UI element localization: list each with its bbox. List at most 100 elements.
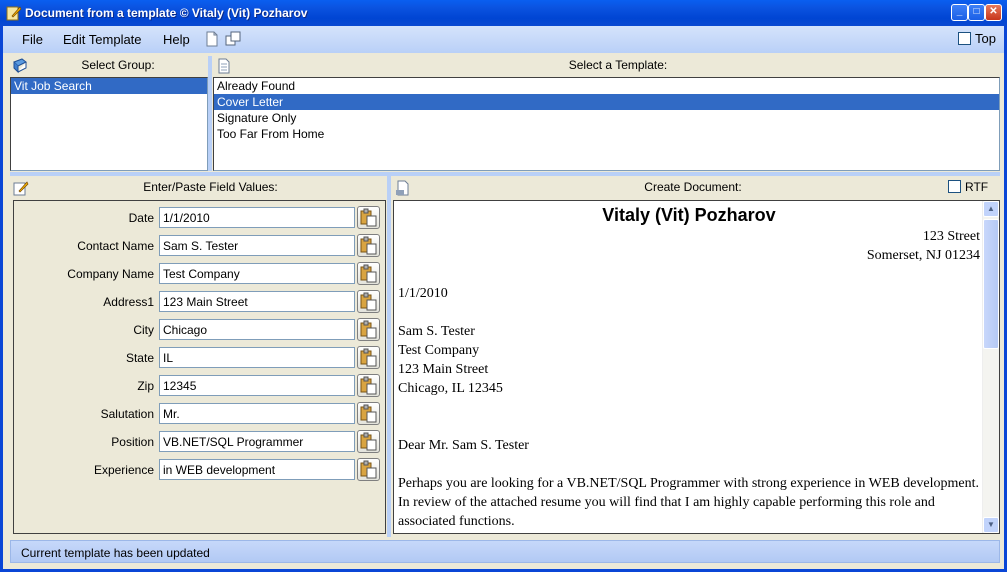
window-title: Document from a template © Vitaly (Vit) …: [25, 6, 308, 20]
book-icon: [13, 58, 27, 74]
rtf-checkbox-label: RTF: [965, 180, 989, 194]
field-input-date[interactable]: 1/1/2010: [159, 207, 355, 228]
template-item-already-found[interactable]: Already Found: [214, 78, 999, 94]
rtf-checkbox[interactable]: RTF: [948, 180, 988, 194]
new-document-icon[interactable]: [204, 31, 220, 47]
field-input-position[interactable]: VB.NET/SQL Programmer: [159, 431, 355, 452]
template-document-icon: [218, 58, 230, 74]
paste-icon: [360, 432, 377, 451]
paste-icon: [360, 208, 377, 227]
field-label-experience: Experience: [93, 463, 154, 477]
field-row-state: State IL: [14, 346, 385, 370]
doc-body-paragraph: Perhaps you are looking for a VB.NET/SQL…: [398, 476, 979, 529]
menu-help[interactable]: Help: [163, 32, 190, 47]
field-row-company-name: Company Name Test Company: [14, 262, 385, 286]
field-row-salutation: Salutation Mr.: [14, 402, 385, 426]
top-checkbox[interactable]: Top: [958, 31, 996, 46]
field-row-address1: Address1 123 Main Street: [14, 290, 385, 314]
doc-sender-address2: Somerset, NJ 01234: [866, 248, 980, 263]
paste-icon: [360, 460, 377, 479]
doc-greeting: Dear Mr. Sam S. Tester: [398, 438, 529, 453]
template-item-too-far[interactable]: Too Far From Home: [214, 126, 999, 142]
paste-button-contact-name[interactable]: [357, 234, 380, 257]
field-row-experience: Experience in WEB development: [14, 458, 385, 482]
paste-icon: [360, 348, 377, 367]
field-label-contact-name: Contact Name: [77, 239, 154, 253]
field-input-contact-name[interactable]: Sam S. Tester: [159, 235, 355, 256]
group-list[interactable]: Vit Job Search: [10, 77, 208, 171]
field-row-contact-name: Contact Name Sam S. Tester: [14, 234, 385, 258]
paste-icon: [360, 292, 377, 311]
minimize-button[interactable]: _: [951, 4, 968, 21]
vertical-splitter-bottom[interactable]: [387, 176, 391, 537]
edit-fields-icon: [13, 181, 29, 196]
group-header: Select Group:: [81, 58, 155, 72]
group-item[interactable]: Vit Job Search: [11, 78, 207, 94]
template-header: Select a Template:: [568, 58, 668, 72]
doc-recipient-name: Sam S. Tester: [398, 324, 475, 339]
field-input-address1[interactable]: 123 Main Street: [159, 291, 355, 312]
field-row-zip: Zip 12345: [14, 374, 385, 398]
vertical-splitter-top[interactable]: [208, 56, 212, 171]
field-input-company-name[interactable]: Test Company: [159, 263, 355, 284]
scroll-thumb[interactable]: [983, 219, 999, 349]
create-document-icon: [396, 180, 409, 196]
horizontal-splitter[interactable]: [10, 172, 1000, 176]
field-input-experience[interactable]: in WEB development: [159, 459, 355, 480]
field-label-city: City: [133, 323, 154, 337]
title-bar[interactable]: Document from a template © Vitaly (Vit) …: [0, 0, 1007, 26]
top-checkbox-box[interactable]: [958, 32, 972, 45]
scroll-down-arrow-icon[interactable]: ▼: [983, 517, 999, 533]
paste-button-date[interactable]: [357, 206, 380, 229]
close-button[interactable]: ✕: [985, 4, 1002, 21]
paste-icon: [360, 264, 377, 283]
paste-icon: [360, 376, 377, 395]
field-label-address1: Address1: [103, 295, 154, 309]
fields-header: Enter/Paste Field Values:: [143, 180, 278, 194]
top-checkbox-label: Top: [975, 31, 996, 46]
menu-edit-template[interactable]: Edit Template: [63, 32, 142, 47]
maximize-button[interactable]: □: [968, 4, 985, 21]
app-pencil-icon: [6, 6, 22, 21]
paste-button-city[interactable]: [357, 318, 380, 341]
field-input-zip[interactable]: 12345: [159, 375, 355, 396]
paste-button-zip[interactable]: [357, 374, 380, 397]
field-row-position: Position VB.NET/SQL Programmer: [14, 430, 385, 454]
field-label-zip: Zip: [137, 379, 154, 393]
menu-bar: File Edit Template Help Top: [3, 26, 1004, 53]
fields-panel: Date 1/1/2010 Contact Name Sam S. Tester Com…: [13, 200, 386, 534]
doc-sender-address1: 123 Street: [922, 229, 980, 244]
template-item-cover-letter[interactable]: Cover Letter: [214, 94, 999, 110]
menu-file[interactable]: File: [22, 32, 43, 47]
paste-button-company-name[interactable]: [357, 262, 380, 285]
scroll-up-arrow-icon[interactable]: ▲: [983, 201, 999, 217]
field-input-salutation[interactable]: Mr.: [159, 403, 355, 424]
paste-icon: [360, 404, 377, 423]
status-bar: Current template has been updated: [10, 540, 1000, 563]
paste-button-position[interactable]: [357, 430, 380, 453]
template-item-signature-only[interactable]: Signature Only: [214, 110, 999, 126]
field-input-city[interactable]: Chicago: [159, 319, 355, 340]
document-scrollbar[interactable]: ▲ ▼: [982, 201, 999, 533]
field-label-position: Position: [111, 435, 154, 449]
document-preview[interactable]: Vitaly (Vit) Pozharov 123 Street Somerse…: [393, 200, 1000, 534]
template-list[interactable]: Already Found Cover Letter Signature Onl…: [213, 77, 1000, 171]
paste-icon: [360, 320, 377, 339]
main-window: Document from a template © Vitaly (Vit) …: [0, 0, 1007, 572]
doc-recipient-street: 123 Main Street: [398, 362, 489, 377]
field-input-state[interactable]: IL: [159, 347, 355, 368]
status-text: Current template has been updated: [21, 546, 210, 560]
paste-button-salutation[interactable]: [357, 402, 380, 425]
rtf-checkbox-box[interactable]: [948, 180, 961, 193]
field-label-company-name: Company Name: [67, 267, 154, 281]
field-label-state: State: [125, 351, 154, 365]
field-row-city: City Chicago: [14, 318, 385, 342]
copy-window-icon[interactable]: [225, 31, 241, 47]
doc-recipient-city: Chicago, IL 12345: [398, 381, 503, 396]
doc-recipient-company: Test Company: [398, 343, 480, 358]
field-label-salutation: Salutation: [100, 407, 154, 421]
field-label-date: Date: [128, 211, 154, 225]
paste-button-state[interactable]: [357, 346, 380, 369]
paste-button-address1[interactable]: [357, 290, 380, 313]
paste-button-experience[interactable]: [357, 458, 380, 481]
